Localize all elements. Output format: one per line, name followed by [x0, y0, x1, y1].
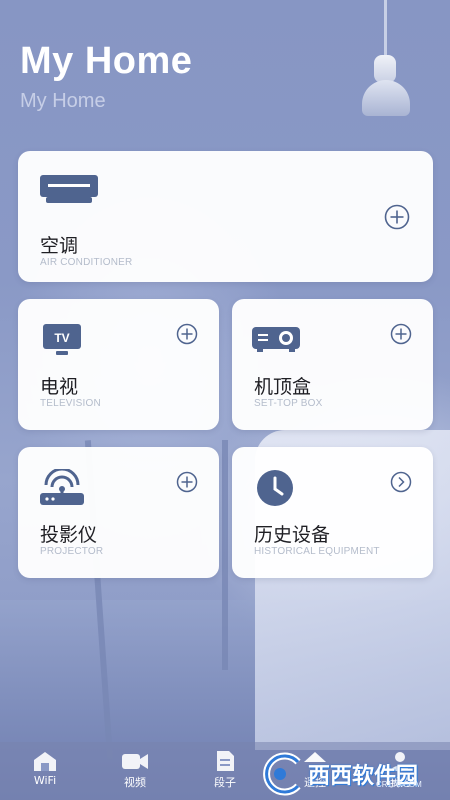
nav-item-jokes[interactable]: 段子 — [195, 750, 255, 790]
document-icon — [217, 751, 234, 771]
device-card-set-top-box[interactable]: 机顶盒 SET-TOP BOX — [232, 299, 433, 430]
nav-item-wifi[interactable]: WiFi — [15, 750, 75, 787]
plus-circle-icon[interactable] — [176, 323, 198, 345]
device-name-en: HISTORICAL EQUIPMENT — [254, 546, 380, 557]
device-name-en: AIR CONDITIONER — [40, 257, 133, 268]
watermark-logo-icon — [263, 752, 301, 796]
nav-item-video[interactable]: 视频 — [105, 750, 165, 790]
router-icon — [40, 469, 84, 505]
device-card-air-conditioner[interactable]: 空调 AIR CONDITIONER — [18, 151, 433, 282]
device-name: 历史设备 — [254, 524, 331, 546]
tv-icon-label: TV — [54, 331, 69, 345]
plus-circle-icon[interactable] — [390, 323, 412, 345]
device-name: 投影仪 — [40, 524, 98, 546]
video-camera-icon — [122, 754, 148, 769]
plus-circle-icon[interactable] — [176, 471, 198, 493]
device-card-historical-equipment[interactable]: 历史设备 HISTORICAL EQUIPMENT — [232, 447, 433, 578]
nav-label: 视频 — [124, 776, 146, 789]
watermark: 西西软件园 CR173.COM — [258, 752, 438, 796]
device-card-projector[interactable]: 投影仪 PROJECTOR — [18, 447, 219, 578]
device-name-en: TELEVISION — [40, 398, 101, 409]
page-title: My Home — [20, 40, 193, 82]
projector-box-icon — [252, 327, 300, 352]
background-table-leg — [222, 440, 228, 670]
air-conditioner-icon — [40, 175, 98, 203]
lamp-bulb — [374, 55, 396, 83]
device-card-television[interactable]: TV 电视 TELEVISION — [18, 299, 219, 430]
device-name: 电视 — [40, 376, 79, 398]
clock-icon — [257, 470, 293, 506]
nav-label: WiFi — [33, 774, 57, 787]
device-name-en: PROJECTOR — [40, 546, 104, 557]
page-subtitle: My Home — [20, 90, 106, 112]
lamp-shade — [362, 80, 410, 116]
tv-icon: TV — [43, 324, 81, 355]
plus-circle-icon[interactable] — [384, 204, 410, 230]
device-name: 机顶盒 — [254, 376, 312, 398]
device-name-en: SET-TOP BOX — [254, 398, 323, 409]
nav-label: 段子 — [214, 776, 236, 789]
home-icon — [34, 752, 56, 771]
lamp-cord — [384, 0, 387, 60]
device-name: 空调 — [40, 235, 79, 257]
chevron-right-circle-icon[interactable] — [390, 471, 412, 493]
watermark-sub: CR173.COM — [376, 780, 422, 789]
